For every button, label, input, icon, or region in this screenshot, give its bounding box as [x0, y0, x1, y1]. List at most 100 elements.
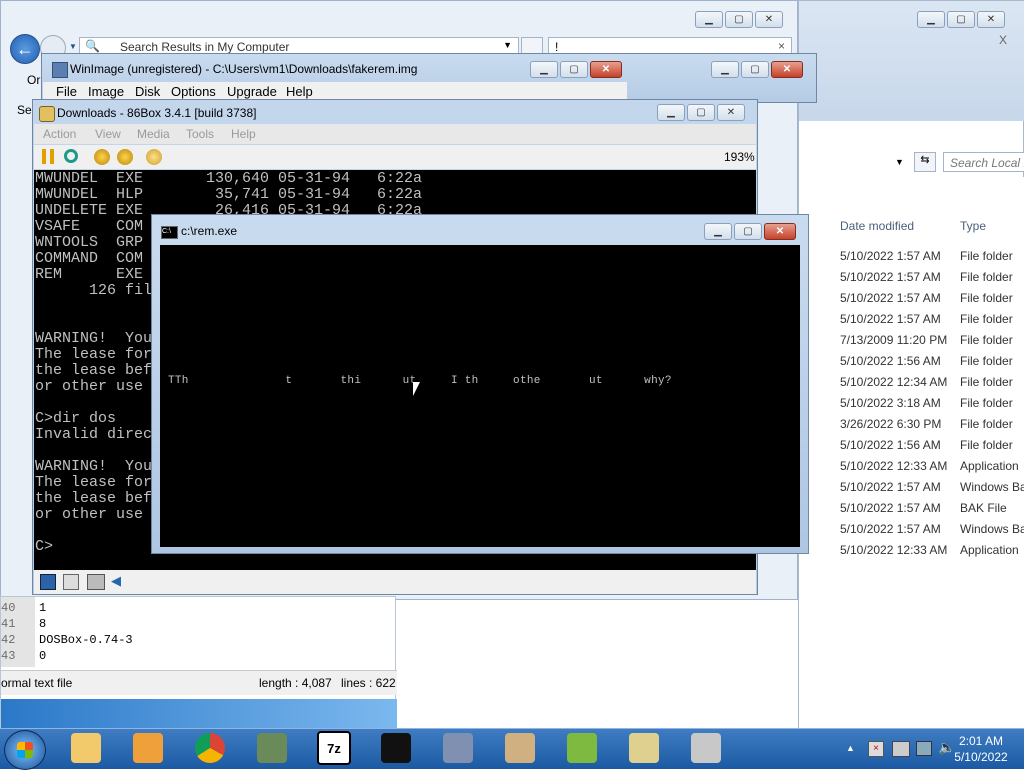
file-row[interactable]: 5/10/2022 1:57 AM File folder	[799, 287, 1013, 308]
clock[interactable]: 2:01 AM 5/10/2022	[946, 733, 1016, 765]
taskbar-app-7-zip[interactable]: 7z	[308, 729, 360, 767]
menu-action[interactable]: Action	[43, 127, 76, 141]
explorer-window-right: ▁ ▢ ✕ X ▼ ⇆ Search Local D Date modified…	[798, 0, 1024, 729]
console-screen[interactable]: TTh t thi ut I th othe ut why?	[160, 245, 800, 547]
desktop-strip	[1, 699, 397, 729]
reset-icon[interactable]	[64, 149, 78, 163]
menu-media[interactable]: Media	[137, 127, 170, 141]
taskbar-app-disc[interactable]	[618, 729, 670, 767]
ctrl-alt-esc-icon[interactable]	[117, 149, 133, 165]
start-button[interactable]	[4, 730, 46, 770]
network-tray-icon[interactable]	[892, 741, 910, 757]
minimize-button[interactable]: ▁	[657, 104, 685, 121]
status-length: length : 4,087	[259, 676, 332, 690]
menu-help[interactable]: Help	[231, 127, 256, 141]
file-row[interactable]: 5/10/2022 1:57 AM File folder	[799, 266, 1013, 287]
row-type: File folder	[960, 312, 1013, 326]
organize-label[interactable]: Or	[27, 73, 40, 87]
refresh-button[interactable]: ⇆	[914, 152, 936, 172]
menu-upgrade[interactable]: Upgrade	[227, 84, 277, 99]
close-button[interactable]: ✕	[590, 61, 622, 78]
sound-icon[interactable]: ◀	[111, 573, 125, 589]
close-x-icon[interactable]: X	[999, 33, 1007, 47]
minimize-button[interactable]: ▁	[530, 61, 558, 78]
column-date-modified[interactable]: Date modified	[840, 219, 914, 233]
taskbar-app-cmd[interactable]	[370, 729, 422, 767]
row-type: File folder	[960, 396, 1013, 410]
row-type: File folder	[960, 375, 1013, 389]
taskbar-app-86box[interactable]	[246, 729, 298, 767]
taskbar-app-chrome[interactable]	[184, 729, 236, 767]
chevron-down-icon[interactable]: ▼	[503, 40, 512, 50]
file-row[interactable]: 7/13/2009 11:20 PM File folder	[799, 329, 1013, 350]
row-date: 5/10/2022 1:57 AM	[840, 270, 941, 284]
menu-options[interactable]: Options	[171, 84, 216, 99]
editor-line: 1	[39, 601, 47, 615]
file-row[interactable]: 5/10/2022 12:33 AM Application	[799, 455, 1019, 476]
close-button[interactable]: ✕	[717, 104, 745, 121]
row-date: 5/10/2022 1:57 AM	[840, 249, 941, 263]
maximize-button[interactable]: ▢	[734, 223, 762, 240]
minimize-button[interactable]: ▁	[711, 61, 739, 78]
maximize-button[interactable]: ▢	[560, 61, 588, 78]
row-date: 5/10/2022 1:57 AM	[840, 501, 941, 515]
maximize-button[interactable]: ▢	[947, 11, 975, 28]
taskbar-app-notepad-plus[interactable]	[556, 729, 608, 767]
dos-line: WARNING! You	[35, 330, 153, 347]
pause-icon[interactable]	[42, 149, 54, 164]
file-row[interactable]: 5/10/2022 12:33 AM Application	[799, 539, 1019, 560]
address-dropdown-icon[interactable]: ▼	[895, 157, 904, 167]
close-button[interactable]: ✕	[755, 11, 783, 28]
taskbar-app-winimage[interactable]	[432, 729, 484, 767]
maximize-button[interactable]: ▢	[687, 104, 715, 121]
line-number: 41	[1, 617, 16, 631]
clear-icon[interactable]: ×	[778, 39, 785, 53]
show-hidden-icons-button[interactable]: ▲	[846, 743, 855, 753]
menu-disk[interactable]: Disk	[135, 84, 160, 99]
maximize-button[interactable]: ▢	[741, 61, 769, 78]
file-row[interactable]: 5/10/2022 1:57 AM Windows Ba	[799, 476, 1024, 497]
taskbar-app-paint[interactable]	[494, 729, 546, 767]
file-row[interactable]: 3/26/2022 6:30 PM File folder	[799, 413, 1013, 434]
minimize-button[interactable]: ▁	[704, 223, 732, 240]
dos-line: or other use	[35, 378, 144, 395]
row-date: 5/10/2022 12:33 AM	[840, 543, 948, 557]
minimize-button[interactable]: ▁	[695, 11, 723, 28]
close-button[interactable]: ✕	[771, 61, 803, 78]
row-type: File folder	[960, 354, 1013, 368]
settings-icon[interactable]	[146, 149, 162, 165]
close-button[interactable]: ✕	[764, 223, 796, 240]
dropdown-arrow-icon[interactable]: ▼	[69, 42, 77, 51]
column-type[interactable]: Type	[960, 219, 986, 233]
menu-image[interactable]: Image	[88, 84, 124, 99]
row-date: 5/10/2022 1:56 AM	[840, 438, 941, 452]
file-row[interactable]: 5/10/2022 1:57 AM File folder	[799, 245, 1013, 266]
menu-file[interactable]: File	[56, 84, 77, 99]
taskbar-app-disc-burn[interactable]	[680, 729, 732, 767]
row-date: 5/10/2022 1:57 AM	[840, 312, 941, 326]
menu-view[interactable]: View	[95, 127, 121, 141]
file-row[interactable]: 5/10/2022 1:56 AM File folder	[799, 350, 1013, 371]
file-row[interactable]: 5/10/2022 1:57 AM Windows Ba	[799, 518, 1024, 539]
cdrom-icon[interactable]	[63, 574, 79, 590]
taskbar-app-media-player[interactable]	[122, 729, 174, 767]
file-row[interactable]: 5/10/2022 3:18 AM File folder	[799, 392, 1013, 413]
file-row[interactable]: 5/10/2022 12:34 AM File folder	[799, 371, 1013, 392]
maximize-button[interactable]: ▢	[725, 11, 753, 28]
menu-help[interactable]: Help	[286, 84, 313, 99]
menu-tools[interactable]: Tools	[186, 127, 214, 141]
display-tray-icon[interactable]	[916, 741, 932, 756]
row-date: 7/13/2009 11:20 PM	[840, 333, 948, 347]
minimize-button[interactable]: ▁	[917, 11, 945, 28]
file-row[interactable]: 5/10/2022 1:56 AM File folder	[799, 434, 1013, 455]
file-row[interactable]: 5/10/2022 1:57 AM BAK File	[799, 497, 1007, 518]
network-icon[interactable]	[87, 574, 105, 590]
floppy-icon[interactable]	[40, 574, 56, 590]
back-button[interactable]: ←	[10, 34, 40, 64]
ctrl-alt-del-icon[interactable]	[94, 149, 110, 165]
action-center-icon[interactable]: ×	[868, 741, 884, 757]
file-row[interactable]: 5/10/2022 1:57 AM File folder	[799, 308, 1013, 329]
close-button[interactable]: ✕	[977, 11, 1005, 28]
taskbar-app-explorer[interactable]	[60, 729, 112, 767]
search-field[interactable]: Search Local D	[943, 152, 1024, 172]
